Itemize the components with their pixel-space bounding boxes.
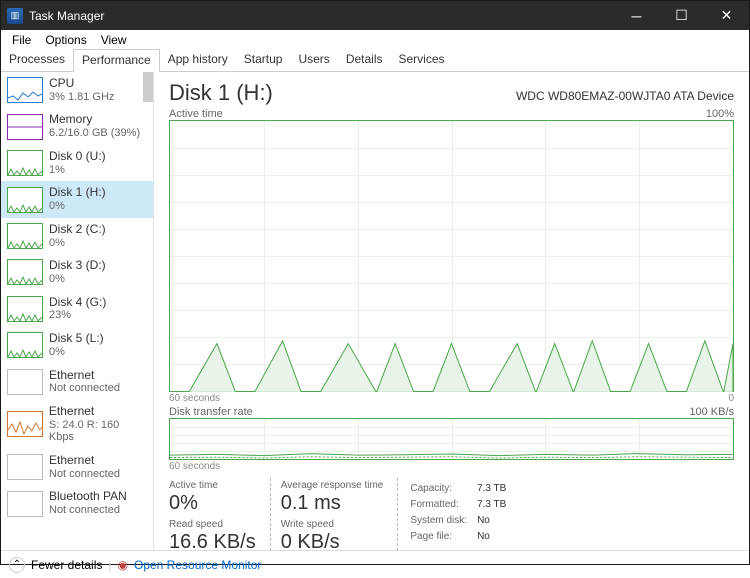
- sidebar-item-value: 0%: [49, 237, 106, 250]
- info-row: Page file:No: [410, 530, 506, 544]
- sidebar-item-value: 0%: [49, 273, 106, 286]
- menu-file[interactable]: File: [6, 31, 37, 49]
- tab-processes[interactable]: Processes: [1, 49, 73, 71]
- tab-performance[interactable]: Performance: [73, 49, 160, 72]
- sidebar-item-disk-5-l-[interactable]: Disk 5 (L:)0%: [1, 327, 153, 363]
- thumbnail-icon: [7, 296, 43, 322]
- titlebar[interactable]: ▥ Task Manager ─ ☐ ✕: [1, 1, 749, 30]
- read-speed-value: 16.6 KB/s: [169, 531, 256, 550]
- sidebar-item-value: 3% 1.81 GHz: [49, 91, 114, 104]
- write-speed-value: 0 KB/s: [281, 531, 384, 550]
- avg-response-value: 0.1 ms: [281, 492, 384, 515]
- sidebar-item-ethernet[interactable]: EthernetNot connected: [1, 364, 153, 400]
- sidebar-item-disk-4-g-[interactable]: Disk 4 (G:)23%: [1, 291, 153, 327]
- active-time-chart: [169, 120, 734, 392]
- window-title: Task Manager: [29, 9, 104, 23]
- close-button[interactable]: ✕: [704, 1, 749, 30]
- thumbnail-icon: [7, 223, 43, 249]
- sidebar-item-label: Memory: [49, 113, 140, 127]
- sidebar-item-value: Not connected: [49, 504, 127, 517]
- info-row: System disk:No: [410, 514, 506, 528]
- sidebar-item-cpu[interactable]: CPU3% 1.81 GHz: [1, 72, 153, 108]
- sidebar-item-disk-0-u-[interactable]: Disk 0 (U:)1%: [1, 145, 153, 181]
- graph2-xleft: 60 seconds: [169, 461, 220, 472]
- sidebar-item-value: 23%: [49, 309, 106, 322]
- thumbnail-icon: [7, 259, 43, 285]
- sidebar-item-value: 0%: [49, 346, 104, 359]
- sidebar-item-disk-1-h-[interactable]: Disk 1 (H:)0%: [1, 181, 153, 217]
- graph1-xright: 0: [728, 393, 734, 404]
- sidebar-item-disk-2-c-[interactable]: Disk 2 (C:)0%: [1, 218, 153, 254]
- sidebar-item-value: S: 24.0 R: 160 Kbps: [49, 419, 147, 444]
- app-icon: ▥: [7, 8, 23, 24]
- write-speed-label: Write speed: [281, 519, 384, 530]
- sidebar-item-disk-3-d-[interactable]: Disk 3 (D:)0%: [1, 254, 153, 290]
- device-name: WDC WD80EMAZ-00WJTA0 ATA Device: [516, 89, 734, 103]
- sidebar-item-value: 1%: [49, 164, 106, 177]
- tab-startup[interactable]: Startup: [236, 49, 291, 71]
- thumbnail-icon: [7, 454, 43, 480]
- sidebar-item-label: Ethernet: [49, 454, 120, 468]
- graph2-label: Disk transfer rate: [169, 406, 253, 418]
- sidebar[interactable]: CPU3% 1.81 GHzMemory6.2/16.0 GB (39%)Dis…: [1, 72, 154, 550]
- sidebar-item-label: Bluetooth PAN: [49, 490, 127, 504]
- avg-response-label: Average response time: [281, 480, 384, 491]
- sidebar-item-label: Disk 3 (D:): [49, 259, 106, 273]
- graph1-xleft: 60 seconds: [169, 393, 220, 404]
- read-speed-label: Read speed: [169, 519, 256, 530]
- thumbnail-icon: [7, 411, 43, 437]
- graph1-max: 100%: [706, 108, 734, 120]
- sidebar-item-value: 6.2/16.0 GB (39%): [49, 127, 140, 140]
- sidebar-item-bluetooth-pan[interactable]: Bluetooth PANNot connected: [1, 485, 153, 521]
- thumbnail-icon: [7, 187, 43, 213]
- info-row: Capacity:7.3 TB: [410, 482, 506, 496]
- tabs: Processes Performance App history Startu…: [1, 49, 749, 72]
- sidebar-item-label: Disk 4 (G:): [49, 296, 106, 310]
- sidebar-item-label: Ethernet: [49, 405, 147, 419]
- sidebar-item-ethernet[interactable]: EthernetS: 24.0 R: 160 Kbps: [1, 400, 153, 449]
- info-row: Formatted:7.3 TB: [410, 498, 506, 512]
- thumbnail-icon: [7, 150, 43, 176]
- thumbnail-icon: [7, 332, 43, 358]
- thumbnail-icon: [7, 77, 43, 103]
- tab-users[interactable]: Users: [290, 49, 337, 71]
- sidebar-item-label: Ethernet: [49, 369, 120, 383]
- thumbnail-icon: [7, 114, 43, 140]
- graph2-max: 100 KB/s: [689, 406, 734, 418]
- sidebar-item-label: CPU: [49, 77, 114, 91]
- disk-info-table: Capacity:7.3 TB Formatted:7.3 TB System di…: [408, 480, 508, 546]
- active-time-value: 0%: [169, 492, 256, 515]
- minimize-button[interactable]: ─: [614, 1, 659, 30]
- sidebar-item-label: Disk 5 (L:): [49, 332, 104, 346]
- graph1-label: Active time: [169, 108, 223, 120]
- tab-services[interactable]: Services: [391, 49, 453, 71]
- menu-options[interactable]: Options: [39, 31, 92, 49]
- menubar: File Options View: [1, 30, 749, 49]
- thumbnail-icon: [7, 491, 43, 517]
- transfer-rate-chart: [169, 418, 734, 460]
- thumbnail-icon: [7, 369, 43, 395]
- page-title: Disk 1 (H:): [169, 80, 273, 106]
- sidebar-item-ethernet[interactable]: EthernetNot connected: [1, 449, 153, 485]
- sidebar-item-label: Disk 0 (U:): [49, 150, 106, 164]
- sidebar-item-value: Not connected: [49, 382, 120, 395]
- footer: ⌃ Fewer details | ◉ Open Resource Monito…: [1, 550, 749, 578]
- sidebar-item-value: Not connected: [49, 468, 120, 481]
- active-time-label: Active time: [169, 480, 256, 491]
- sidebar-item-value: 0%: [49, 200, 106, 213]
- tab-app-history[interactable]: App history: [160, 49, 236, 71]
- tab-details[interactable]: Details: [338, 49, 391, 71]
- menu-view[interactable]: View: [95, 31, 133, 49]
- sidebar-item-label: Disk 2 (C:): [49, 223, 106, 237]
- sidebar-item-memory[interactable]: Memory6.2/16.0 GB (39%): [1, 108, 153, 144]
- maximize-button[interactable]: ☐: [659, 1, 704, 30]
- sidebar-item-label: Disk 1 (H:): [49, 186, 106, 200]
- main-panel: Disk 1 (H:) WDC WD80EMAZ-00WJTA0 ATA Dev…: [154, 72, 749, 550]
